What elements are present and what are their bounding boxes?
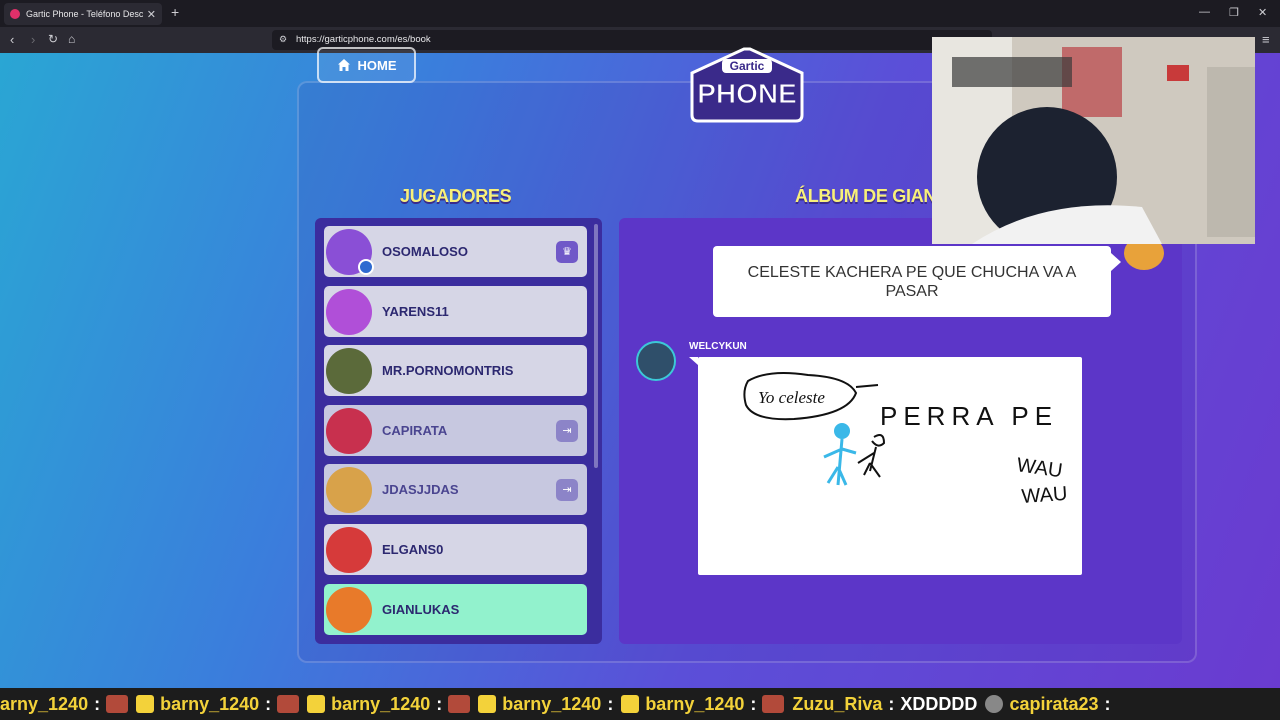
badge-icon [478,695,497,713]
tab-title: Gartic Phone - Teléfono Descomp [26,9,143,19]
ticker-item: barny_1240: [621,693,785,715]
emote-icon [448,695,471,713]
avatar [326,288,372,335]
avatar [326,466,372,513]
player-row-mrpornomontris[interactable]: MR.PORNOMONTRIS [324,345,587,396]
forward-icon[interactable]: › [31,32,35,47]
ticker-message: XDDDDD [900,693,978,714]
album-title: ÁLBUM DE GIAN [795,186,937,206]
drawing-text-1: Yo celeste [758,388,825,407]
drawing-text-2: PERRA PE [880,401,1058,431]
logo-line1: Gartic [730,59,765,73]
reload-icon[interactable]: ↻ [48,32,58,46]
phrase-bubble-tail [1111,253,1121,271]
drawing-text-4: WAU [1021,483,1068,508]
gartic-favicon-icon [10,9,20,19]
avatar [326,347,372,394]
avatar [326,228,374,275]
ticker-user: Zuzu_Riva [792,693,883,714]
user-icon [358,258,374,275]
players-title: JUGADORES [400,186,512,206]
player-row-osomaloso[interactable]: OSOMALOSO ♛ [324,226,587,277]
emote-icon [277,695,300,713]
crown-icon: ♛ [556,240,578,263]
emote-icon [106,695,129,713]
emote-icon [762,695,785,713]
home-button[interactable]: HOME [317,47,416,83]
maximize-icon[interactable]: ❐ [1229,6,1239,19]
player-name: OSOMALOSO [382,244,468,259]
player-row-capirata[interactable]: CAPIRATA ⇥ [324,405,587,456]
player-row-jdasjjdas[interactable]: JDASJJDAS ⇥ [324,464,587,515]
badge-icon [985,695,1004,713]
ticker-item: capirata23: [985,693,1111,715]
avatar [326,526,372,573]
player-name: YARENS11 [382,304,449,319]
player-name: ELGANS0 [382,542,444,557]
ticker-user: capirata23 [1009,693,1099,714]
badge-icon [136,695,155,713]
menu-icon[interactable]: ≡ [1262,32,1270,47]
player-name: CAPIRATA [382,423,448,438]
url-text: https://garticphone.com/es/book [296,34,431,45]
player-name: GIANLUKAS [382,602,460,617]
author-name: WELCYKUN [689,341,747,352]
ticker-user: arny_1240 [0,693,89,714]
ticker-user: barny_1240 [331,693,431,714]
ticker-item: arny_1240: [0,693,129,715]
player-row-yarens11[interactable]: YARENS11 [324,286,587,337]
ticker-item: barny_1240: [307,693,471,715]
site-settings-icon[interactable]: ⚙ [279,34,287,45]
browser-tab[interactable]: Gartic Phone - Teléfono Descomp ✕ [4,3,162,25]
minimize-icon[interactable]: — [1199,6,1210,18]
drawing-sketch: Yo celeste PERRA PE WAU WAU [743,372,1068,508]
webcam-feed [932,37,1255,244]
player-row-elgans0[interactable]: ELGANS0 [324,524,587,575]
phrase-bubble: CELESTE KACHERA PE QUE CHUCHA VA A PASAR [713,246,1111,317]
ticker-user: barny_1240 [502,693,602,714]
avatar [326,586,372,633]
logo-line2: PHONE [697,78,797,109]
exit-icon: ⇥ [556,478,578,501]
webcam-overlay [932,37,1255,244]
ticker-user: barny_1240 [645,693,745,714]
player-name: MR.PORNOMONTRIS [382,363,514,378]
badge-icon [307,695,326,713]
avatar [326,407,372,454]
new-tab-icon[interactable]: + [171,4,179,20]
window-close-icon[interactable]: ✕ [1258,6,1267,19]
back-icon[interactable]: ‹ [10,32,14,47]
ticker-item: barny_1240: [136,693,300,715]
browser-tab-bar: Gartic Phone - Teléfono Descomp ✕ + — ❐ … [0,0,1280,27]
home-browser-icon[interactable]: ⌂ [68,32,75,46]
author-avatar [636,341,676,381]
ticker-item: Zuzu_Riva: XDDDDD [792,693,978,714]
badge-icon [621,695,640,713]
home-label: HOME [357,57,397,73]
home-icon [337,59,350,71]
close-icon[interactable]: ✕ [147,8,156,21]
ticker-user: barny_1240 [160,693,260,714]
gartic-phone-logo: Gartic PHONE [690,47,804,123]
exit-icon: ⇥ [556,419,578,442]
player-name: JDASJJDAS [382,482,459,497]
drawing-canvas: Yo celeste PERRA PE WAU WAU [698,357,1082,575]
ticker-item: barny_1240: [478,694,613,715]
drawing-bubble-tail [689,357,698,365]
players-scrollbar[interactable] [594,224,598,468]
chat-ticker: arny_1240: barny_1240: barny_1240: barny… [0,688,1280,720]
drawing-text-3: WAU [1015,454,1064,482]
player-row-gianlukas[interactable]: GIANLUKAS [324,584,587,635]
